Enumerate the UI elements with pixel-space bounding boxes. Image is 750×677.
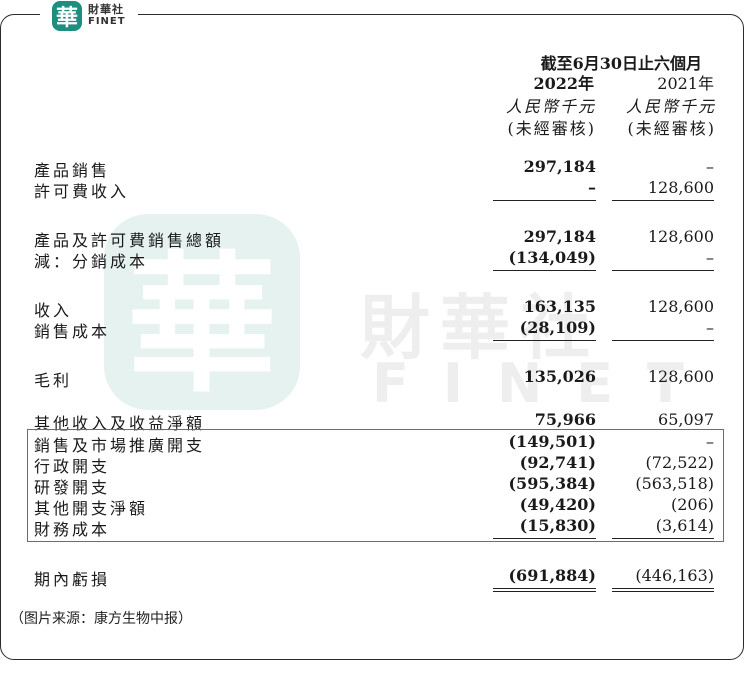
year-current-header: 2022年 — [533, 74, 594, 93]
subtotal-underline — [612, 270, 714, 271]
row-value-prior: – — [706, 248, 714, 267]
row-value-current: 297,184 — [523, 227, 596, 246]
row-value-prior: (3,614) — [655, 516, 714, 535]
row-value-current: (149,501) — [508, 432, 596, 451]
audit-current-header: (未經審核) — [507, 119, 596, 138]
finet-logo-text: 財華社 FINET — [88, 4, 126, 28]
row-label: 許可費收入 — [34, 182, 130, 201]
row-value-current: (49,420) — [519, 495, 596, 514]
row-label: 財務成本 — [34, 520, 111, 539]
table-row: 行政開支 (92,741) (72,522) — [0, 453, 750, 476]
table-row: 減：分銷成本 (134,049) – — [0, 248, 750, 271]
row-label: 毛利 — [34, 371, 73, 390]
row-label: 期內虧損 — [34, 570, 111, 589]
row-value-current: (691,884) — [508, 566, 596, 585]
currency-prior-header: 人民幣千元 — [625, 97, 716, 116]
row-value-prior: – — [706, 318, 714, 337]
row-value-prior: – — [706, 157, 714, 176]
row-value-prior: 128,600 — [647, 178, 714, 197]
table-row: 其他收入及收益淨額 75,966 65,097 — [0, 410, 750, 433]
row-value-prior: – — [706, 432, 714, 451]
logo-name-en: FINET — [88, 16, 126, 27]
row-value-prior: (206) — [670, 495, 714, 514]
subtotal-underline — [493, 270, 596, 271]
row-label: 減：分銷成本 — [34, 252, 149, 271]
row-value-prior: 128,600 — [647, 297, 714, 316]
subtotal-underline — [493, 200, 596, 201]
image-source-caption: （图片来源：康方生物中报） — [10, 611, 192, 627]
total-double-underline — [612, 588, 714, 592]
table-row: 期內虧損 (691,884) (446,163) — [0, 566, 750, 589]
subtotal-underline — [612, 340, 714, 341]
row-value-prior: (446,163) — [635, 566, 714, 585]
table-row: 研發開支 (595,384) (563,518) — [0, 474, 750, 497]
subtotal-underline — [612, 200, 714, 201]
total-double-underline — [493, 588, 596, 592]
table-row: 銷售及市場推廣開支 (149,501) – — [0, 432, 750, 455]
subtotal-underline — [493, 340, 596, 341]
table-row: 毛利 135,026 128,600 — [0, 367, 750, 390]
finet-logo: 華 財華社 FINET — [40, 0, 138, 32]
row-value-current: – — [588, 178, 596, 197]
row-value-current: 135,026 — [523, 367, 596, 386]
table-row: 收入 163,135 128,600 — [0, 297, 750, 320]
row-value-current: (92,741) — [519, 453, 596, 472]
table-row: 銷售成本 (28,109) – — [0, 318, 750, 341]
subtotal-underline — [493, 538, 596, 539]
row-value-current: (595,384) — [508, 474, 596, 493]
row-value-current: 163,135 — [523, 297, 596, 316]
table-row: 產品及許可費銷售總額 297,184 128,600 — [0, 227, 750, 250]
year-prior-header: 2021年 — [657, 74, 714, 93]
row-value-current: (134,049) — [508, 248, 596, 267]
row-value-prior: (563,518) — [635, 474, 714, 493]
table-row: 產品銷售 297,184 – — [0, 157, 750, 180]
table-row: 財務成本 (15,830) (3,614) — [0, 516, 750, 539]
audit-prior-header: (未經審核) — [627, 119, 716, 138]
subtotal-underline — [612, 538, 714, 539]
currency-current-header: 人民幣千元 — [505, 97, 596, 116]
table-row: 其他開支淨額 (49,420) (206) — [0, 495, 750, 518]
table-row: 許可費收入 – 128,600 — [0, 178, 750, 201]
row-value-prior: (72,522) — [645, 453, 714, 472]
row-value-prior: 128,600 — [647, 367, 714, 386]
row-value-current: (28,109) — [519, 318, 596, 337]
row-value-prior: 128,600 — [647, 227, 714, 246]
finet-logo-badge: 華 — [52, 1, 82, 31]
row-value-current: (15,830) — [519, 516, 596, 535]
logo-name-cn: 財華社 — [88, 3, 124, 16]
row-value-current: 75,966 — [534, 410, 596, 429]
row-label: 銷售成本 — [34, 322, 111, 341]
row-value-current: 297,184 — [523, 157, 596, 176]
row-value-prior: 65,097 — [658, 410, 714, 429]
